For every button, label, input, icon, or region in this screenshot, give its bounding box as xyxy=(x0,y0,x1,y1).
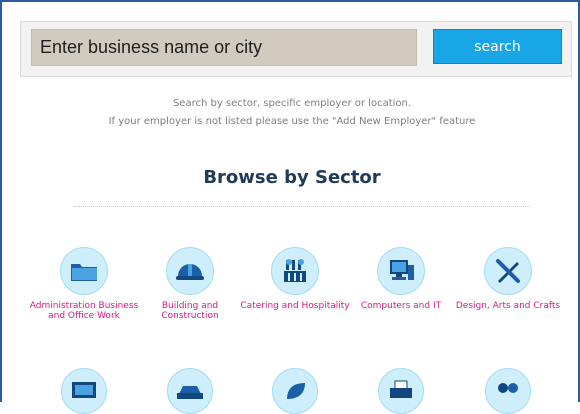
sector-administration[interactable]: Administration Business and Office Work xyxy=(29,247,139,321)
sector-row2-1[interactable] xyxy=(29,368,139,414)
sector-row2-5[interactable] xyxy=(453,368,563,414)
sector-catering[interactable]: Catering and Hospitality xyxy=(240,247,350,311)
search-input[interactable] xyxy=(31,29,417,66)
sector-label: Administration Business and Office Work xyxy=(29,301,139,321)
monitor-icon xyxy=(61,368,107,414)
kitchen-utensils-icon xyxy=(271,247,319,295)
sector-row2-4[interactable] xyxy=(346,368,456,414)
search-bar: search xyxy=(20,21,572,77)
sector-building[interactable]: Building and Construction xyxy=(135,247,245,321)
sector-design[interactable]: Design, Arts and Crafts xyxy=(453,247,563,311)
search-button[interactable]: search xyxy=(433,29,562,64)
help-line-2: If your employer is not listed please us… xyxy=(108,116,476,127)
people-icon xyxy=(485,368,531,414)
pencil-ruler-icon xyxy=(484,247,532,295)
page-frame: search Search by sector, specific employ… xyxy=(0,0,580,414)
car-icon xyxy=(167,368,213,414)
sector-row2-3[interactable] xyxy=(240,368,350,414)
sector-row2-2[interactable] xyxy=(135,368,245,414)
section-divider xyxy=(74,206,530,207)
leaf-icon xyxy=(272,368,318,414)
computer-icon xyxy=(377,247,425,295)
sector-label: Catering and Hospitality xyxy=(240,301,350,311)
sector-computers[interactable]: Computers and IT xyxy=(346,247,456,311)
folder-icon xyxy=(60,247,108,295)
sector-label: Design, Arts and Crafts xyxy=(455,301,561,311)
sector-label: Building and Construction xyxy=(161,301,219,321)
printer-icon xyxy=(378,368,424,414)
help-line-1: Search by sector, specific employer or l… xyxy=(172,98,412,109)
sector-label: Computers and IT xyxy=(360,301,442,311)
hard-hat-icon xyxy=(166,247,214,295)
section-title: Browse by Sector xyxy=(203,167,381,188)
search-help-text: Search by sector, specific employer or l… xyxy=(2,95,580,131)
